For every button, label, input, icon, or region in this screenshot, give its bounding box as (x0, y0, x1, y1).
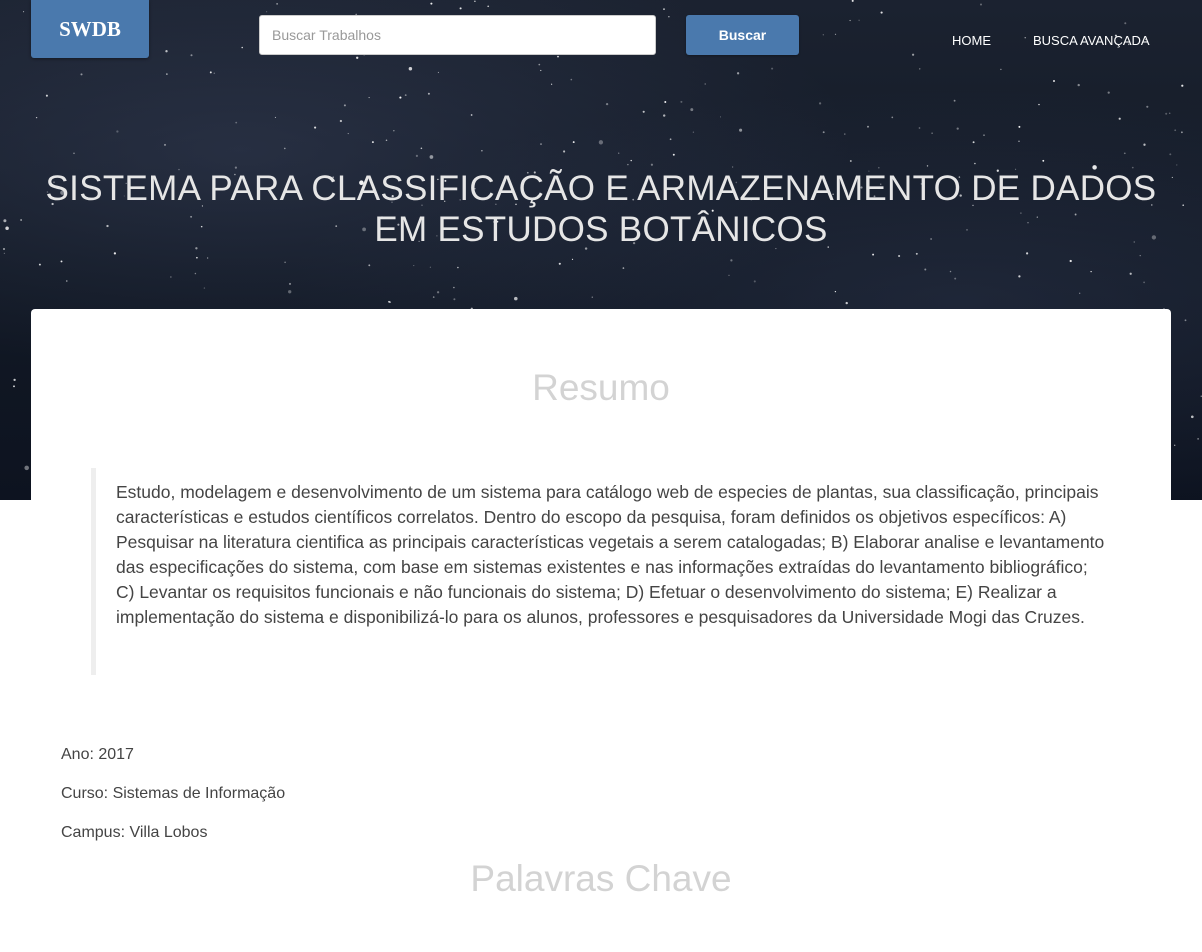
keywords-heading: Palavras Chave (470, 858, 732, 899)
campus-info: Campus: Villa Lobos (61, 824, 208, 841)
brand-logo[interactable]: SWDB (31, 0, 149, 58)
abstract-heading: Resumo (532, 367, 670, 408)
content-card: Resumo Estudo, modelagem e desenvolvimen… (31, 309, 1171, 952)
year-info: Ano: 2017 (61, 746, 134, 763)
abstract-text: Estudo, modelagem e desenvolvimento de u… (91, 468, 1106, 675)
search-button[interactable]: Buscar (686, 15, 799, 55)
page-title: SISTEMA PARA CLASSIFICAÇÃO E ARMAZENAMEN… (45, 169, 1157, 249)
course-info: Curso: Sistemas de Informação (61, 785, 286, 802)
search-input[interactable] (259, 15, 656, 55)
nav-home-link[interactable]: HOME (952, 33, 991, 48)
nav-advanced-search-link[interactable]: BUSCA AVANÇADA (1033, 33, 1150, 48)
